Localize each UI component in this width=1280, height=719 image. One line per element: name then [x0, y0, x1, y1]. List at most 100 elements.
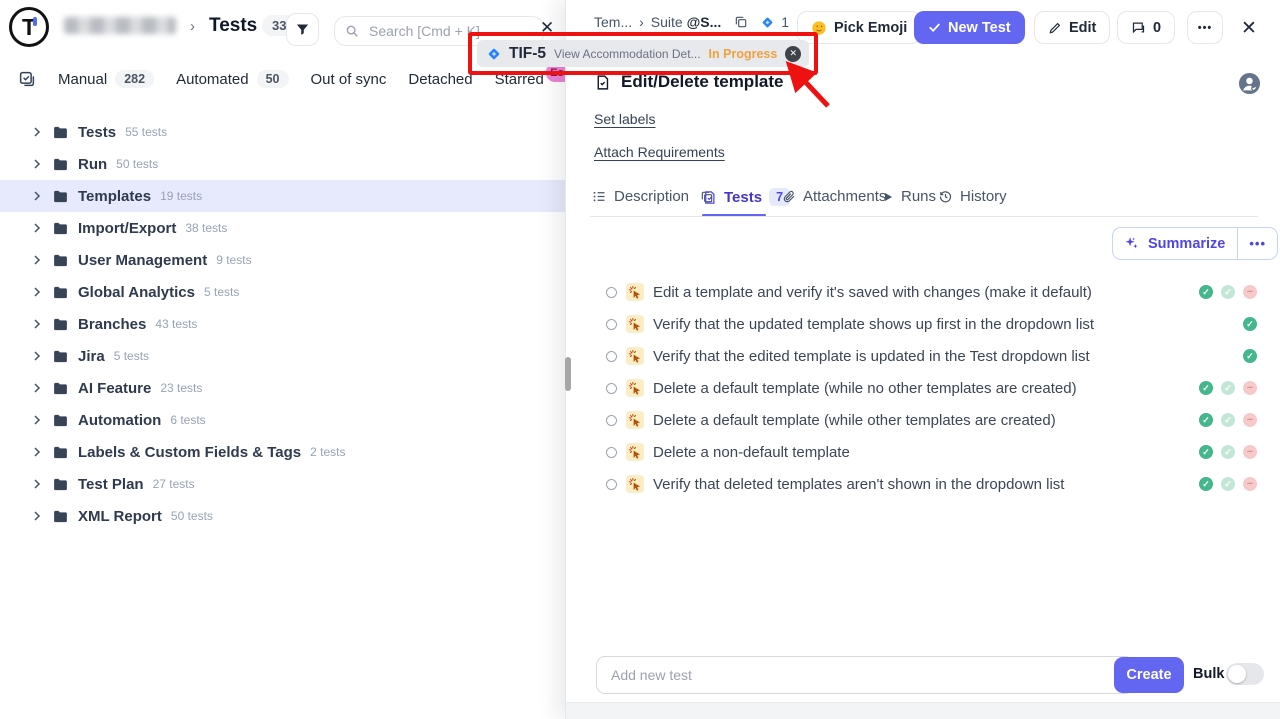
test-status-circle-icon[interactable]: [606, 383, 617, 394]
new-test-button[interactable]: New Test: [914, 11, 1025, 44]
jira-icon: [487, 47, 501, 61]
suite-title: Edit/Delete template: [621, 72, 784, 92]
tree-item-run[interactable]: Run50 tests: [0, 148, 565, 180]
bulk-toggle[interactable]: [1226, 663, 1264, 685]
tab-tests[interactable]: Tests 7: [702, 188, 790, 206]
tree-item-tests[interactable]: Tests55 tests: [0, 116, 565, 148]
play-icon: [882, 191, 894, 203]
summarize-more-button[interactable]: •••: [1238, 236, 1277, 251]
tree-item-automation[interactable]: Automation6 tests: [0, 404, 565, 436]
test-row[interactable]: Verify that the updated template shows u…: [606, 308, 1261, 340]
comments-button[interactable]: 0: [1117, 11, 1175, 44]
tree-item-user-management[interactable]: User Management9 tests: [0, 244, 565, 276]
test-result-badges: ✓✓−: [1199, 413, 1257, 427]
chevron-right-icon[interactable]: [31, 158, 43, 170]
chevron-right-icon[interactable]: [31, 350, 43, 362]
tree-item-import-export[interactable]: Import/Export38 tests: [0, 212, 565, 244]
bulk-label: Bulk: [1193, 666, 1224, 682]
filter-out-of-sync[interactable]: Out of sync: [311, 71, 387, 88]
filter-automated[interactable]: Automated 50: [176, 70, 288, 88]
jira-issue-chip[interactable]: TIF-5 View Accommodation Det... In Progr…: [477, 40, 809, 67]
filter-button[interactable]: [286, 13, 319, 46]
bulk-select-icon[interactable]: [18, 70, 36, 88]
tab-attachments[interactable]: Attachments: [782, 188, 886, 205]
test-status-circle-icon[interactable]: [606, 415, 617, 426]
history-clock-icon: [938, 189, 953, 204]
status-badge-pass-faded: ✓: [1221, 381, 1235, 395]
test-row[interactable]: Delete a default template (while other t…: [606, 404, 1261, 436]
tab-runs[interactable]: Runs: [882, 188, 936, 205]
chevron-right-icon[interactable]: [31, 382, 43, 394]
edit-button[interactable]: Edit: [1034, 11, 1110, 44]
test-status-circle-icon[interactable]: [606, 351, 617, 362]
test-status-circle-icon[interactable]: [606, 447, 617, 458]
create-button[interactable]: Create: [1114, 657, 1184, 693]
chevron-right-icon[interactable]: [31, 190, 43, 202]
set-labels-link[interactable]: Set labels: [594, 111, 655, 127]
jira-link-count[interactable]: 1: [781, 14, 789, 30]
folder-icon: [52, 348, 69, 365]
folder-icon: [52, 156, 69, 173]
test-status-circle-icon[interactable]: [606, 287, 617, 298]
breadcrumb-suite[interactable]: Suite @S...: [651, 14, 721, 30]
folder-icon: [52, 188, 69, 205]
test-status-circle-icon[interactable]: [606, 479, 617, 490]
tree-item-branches[interactable]: Branches43 tests: [0, 308, 565, 340]
scrollbar-thumb[interactable]: [565, 357, 571, 391]
jira-issue-key: TIF-5: [509, 45, 546, 63]
click-cursor-emoji-icon: [626, 475, 644, 493]
summarize-button[interactable]: Summarize •••: [1112, 227, 1278, 260]
tab-history[interactable]: History: [938, 188, 1007, 205]
tree-item-test-plan[interactable]: Test Plan27 tests: [0, 468, 565, 500]
folder-icon: [52, 124, 69, 141]
status-badge-pass-faded: ✓: [1221, 445, 1235, 459]
test-row[interactable]: Edit a template and verify it's saved wi…: [606, 276, 1261, 308]
project-name-blurred[interactable]: [64, 17, 176, 34]
folder-icon: [52, 316, 69, 333]
app-logo[interactable]: T: [9, 7, 49, 47]
test-row[interactable]: Delete a non-default template ✓✓−: [606, 436, 1261, 468]
tree-item-jira[interactable]: Jira5 tests: [0, 340, 565, 372]
test-title-row: Edit/Delete template: [594, 72, 784, 92]
search-icon: [345, 24, 359, 38]
tree-item-ai-feature[interactable]: AI Feature23 tests: [0, 372, 565, 404]
pencil-icon: [1048, 21, 1062, 35]
test-row[interactable]: Delete a default template (while no othe…: [606, 372, 1261, 404]
test-row[interactable]: Verify that deleted templates aren't sho…: [606, 468, 1261, 500]
add-new-test-input[interactable]: [596, 656, 1134, 694]
test-row[interactable]: Verify that the edited template is updat…: [606, 340, 1261, 372]
chevron-right-icon[interactable]: [31, 510, 43, 522]
test-detail-panel: Tem... › Suite @S... 1 Pick Emoji New Te…: [565, 0, 1280, 719]
tree-item-templates-selected[interactable]: Templates19 tests: [0, 180, 565, 212]
tree-item-global-analytics[interactable]: Global Analytics5 tests: [0, 276, 565, 308]
chevron-right-icon[interactable]: [31, 286, 43, 298]
chevron-right-icon[interactable]: [31, 222, 43, 234]
jira-issue-summary: View Accommodation Det...: [554, 47, 701, 61]
filter-manual[interactable]: Manual 282: [58, 70, 154, 88]
close-panel-icon[interactable]: ✕: [1241, 19, 1257, 38]
comment-icon: [1131, 20, 1146, 35]
status-badge-fail-faded: −: [1243, 381, 1257, 395]
tree-item-labels-custom-fields-tags[interactable]: Labels & Custom Fields & Tags2 tests: [0, 436, 565, 468]
status-badge-fail-faded: −: [1243, 477, 1257, 491]
tree-item-xml-report[interactable]: XML Report50 tests: [0, 500, 565, 532]
click-cursor-emoji-icon: [626, 315, 644, 333]
filter-detached[interactable]: Detached: [408, 71, 472, 88]
chevron-right-icon[interactable]: [31, 446, 43, 458]
tab-description[interactable]: Description: [592, 188, 714, 205]
folder-icon: [52, 220, 69, 237]
chevron-right-icon[interactable]: [31, 318, 43, 330]
chevron-right-icon[interactable]: [31, 254, 43, 266]
assignee-avatar[interactable]: [1238, 72, 1261, 95]
attach-requirements-link[interactable]: Attach Requirements: [594, 144, 725, 160]
chevron-right-icon[interactable]: [31, 414, 43, 426]
test-status-circle-icon[interactable]: [606, 319, 617, 330]
list-icon: [592, 189, 607, 204]
chevron-right-icon[interactable]: [31, 126, 43, 138]
copy-icon[interactable]: [734, 15, 748, 29]
chevron-right-icon[interactable]: [31, 478, 43, 490]
more-actions-button[interactable]: •••: [1187, 11, 1223, 44]
breadcrumb-parent[interactable]: Tem...: [594, 14, 632, 30]
folder-icon: [52, 444, 69, 461]
remove-jira-link-icon[interactable]: ✕: [785, 46, 801, 62]
